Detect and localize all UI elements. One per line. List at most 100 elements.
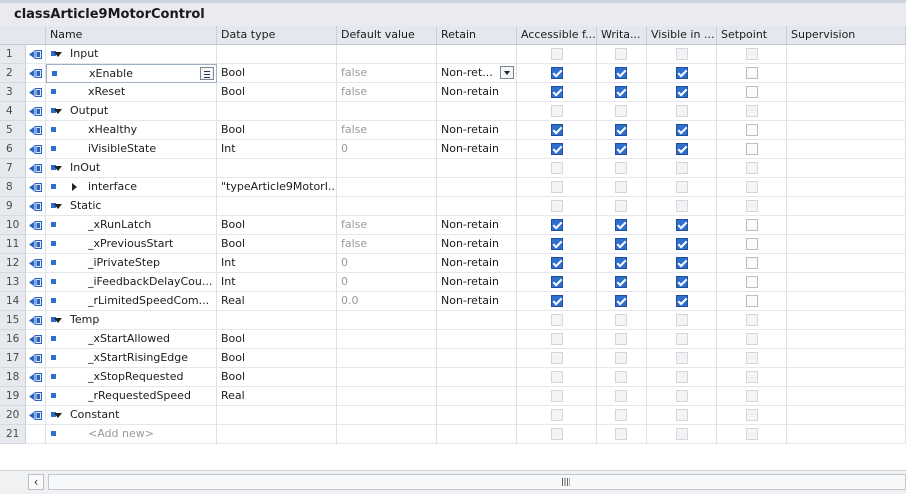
supervision-cell[interactable]	[787, 368, 906, 387]
default-value-cell[interactable]	[337, 387, 437, 406]
name-cell[interactable]: _iFeedbackDelayCou...	[46, 273, 217, 292]
name-cell[interactable]: Static	[46, 197, 217, 216]
supervision-cell[interactable]	[787, 64, 906, 83]
setpoint-checkbox[interactable]	[746, 124, 758, 136]
table-row[interactable]: 14 _rLimitedSpeedCom... Real 0.0 Non-retain	[0, 292, 906, 311]
datatype-cell[interactable]	[217, 406, 337, 425]
collapse-arrow-icon[interactable]	[54, 204, 62, 209]
column-header-writable[interactable]: Writa...	[597, 26, 647, 44]
retain-cell[interactable]	[437, 387, 517, 406]
name-cell[interactable]: Output	[46, 102, 217, 121]
supervision-cell[interactable]	[787, 178, 906, 197]
column-header-visible[interactable]: Visible in ...	[647, 26, 717, 44]
table-row[interactable]: 5 xHealthy Bool false Non-retain	[0, 121, 906, 140]
collapse-arrow-icon[interactable]	[54, 413, 62, 418]
horizontal-scrollbar[interactable]: ‹	[0, 470, 906, 494]
supervision-cell[interactable]	[787, 387, 906, 406]
name-cell[interactable]: <Add new>	[46, 425, 217, 444]
table-row[interactable]: 18 _xStopRequested Bool	[0, 368, 906, 387]
collapse-arrow-icon[interactable]	[54, 109, 62, 114]
accessible-checkbox[interactable]	[551, 257, 563, 269]
row-number[interactable]: 20	[0, 406, 26, 425]
accessible-checkbox[interactable]	[551, 276, 563, 288]
supervision-cell[interactable]	[787, 216, 906, 235]
row-number[interactable]: 5	[0, 121, 26, 140]
default-value-cell[interactable]: false	[337, 64, 437, 83]
table-row[interactable]: 19 _rRequestedSpeed Real	[0, 387, 906, 406]
supervision-cell[interactable]	[787, 45, 906, 64]
visible-checkbox[interactable]	[676, 257, 688, 269]
supervision-cell[interactable]	[787, 330, 906, 349]
row-number[interactable]: 3	[0, 83, 26, 102]
writable-checkbox[interactable]	[615, 124, 627, 136]
retain-dropdown-button[interactable]	[500, 66, 514, 79]
default-value-cell[interactable]: false	[337, 216, 437, 235]
retain-cell[interactable]	[437, 159, 517, 178]
datatype-cell[interactable]	[217, 45, 337, 64]
writable-checkbox[interactable]	[615, 67, 627, 79]
datatype-cell[interactable]: Bool	[217, 330, 337, 349]
datatype-cell[interactable]: Real	[217, 292, 337, 311]
supervision-cell[interactable]	[787, 425, 906, 444]
setpoint-checkbox[interactable]	[746, 276, 758, 288]
supervision-cell[interactable]	[787, 159, 906, 178]
default-value-cell[interactable]	[337, 102, 437, 121]
supervision-cell[interactable]	[787, 349, 906, 368]
row-number[interactable]: 10	[0, 216, 26, 235]
name-cell[interactable]: _xStartRisingEdge	[46, 349, 217, 368]
writable-checkbox[interactable]	[615, 86, 627, 98]
name-cell[interactable]: _rLimitedSpeedCom...	[46, 292, 217, 311]
writable-checkbox[interactable]	[615, 219, 627, 231]
row-number[interactable]: 8	[0, 178, 26, 197]
name-cell[interactable]: _xRunLatch	[46, 216, 217, 235]
setpoint-checkbox[interactable]	[746, 219, 758, 231]
name-cell[interactable]: interface	[46, 178, 217, 197]
retain-cell[interactable]	[437, 368, 517, 387]
supervision-cell[interactable]	[787, 235, 906, 254]
default-value-cell[interactable]	[337, 368, 437, 387]
default-value-cell[interactable]	[337, 406, 437, 425]
retain-cell[interactable]	[437, 45, 517, 64]
datatype-cell[interactable]: Bool	[217, 349, 337, 368]
accessible-checkbox[interactable]	[551, 67, 563, 79]
default-value-cell[interactable]	[337, 45, 437, 64]
visible-checkbox[interactable]	[676, 295, 688, 307]
retain-cell[interactable]	[437, 406, 517, 425]
row-number[interactable]: 6	[0, 140, 26, 159]
visible-checkbox[interactable]	[676, 276, 688, 288]
default-value-cell[interactable]: false	[337, 83, 437, 102]
scroll-left-arrow-icon[interactable]: ‹	[28, 474, 44, 490]
setpoint-checkbox[interactable]	[746, 238, 758, 250]
table-row[interactable]: 15 Temp	[0, 311, 906, 330]
name-cell[interactable]: iVisibleState	[46, 140, 217, 159]
default-value-cell[interactable]: 0.0	[337, 292, 437, 311]
name-cell[interactable]: _iPrivateStep	[46, 254, 217, 273]
row-number[interactable]: 17	[0, 349, 26, 368]
column-header-supervision[interactable]: Supervision	[787, 26, 906, 44]
row-number[interactable]: 12	[0, 254, 26, 273]
writable-checkbox[interactable]	[615, 295, 627, 307]
datatype-cell[interactable]	[217, 102, 337, 121]
row-number[interactable]: 4	[0, 102, 26, 121]
setpoint-checkbox[interactable]	[746, 86, 758, 98]
retain-cell[interactable]: Non-retain	[437, 235, 517, 254]
table-row[interactable]: 1 Input	[0, 45, 906, 64]
accessible-checkbox[interactable]	[551, 143, 563, 155]
supervision-cell[interactable]	[787, 254, 906, 273]
datatype-cell[interactable]: "typeArticle9MotorI...	[217, 178, 337, 197]
visible-checkbox[interactable]	[676, 143, 688, 155]
collapse-arrow-icon[interactable]	[54, 318, 62, 323]
supervision-cell[interactable]	[787, 121, 906, 140]
table-row[interactable]: 21 <Add new>	[0, 425, 906, 444]
default-value-cell[interactable]	[337, 311, 437, 330]
row-number[interactable]: 1	[0, 45, 26, 64]
default-value-cell[interactable]	[337, 425, 437, 444]
name-cell[interactable]: _xStartAllowed	[46, 330, 217, 349]
table-row[interactable]: 17 _xStartRisingEdge Bool	[0, 349, 906, 368]
name-cell[interactable]: Constant	[46, 406, 217, 425]
retain-cell[interactable]: Non-retain	[437, 83, 517, 102]
datatype-cell[interactable]: Bool	[217, 83, 337, 102]
table-row[interactable]: 3 xReset Bool false Non-retain	[0, 83, 906, 102]
table-row[interactable]: 20 Constant	[0, 406, 906, 425]
writable-checkbox[interactable]	[615, 257, 627, 269]
